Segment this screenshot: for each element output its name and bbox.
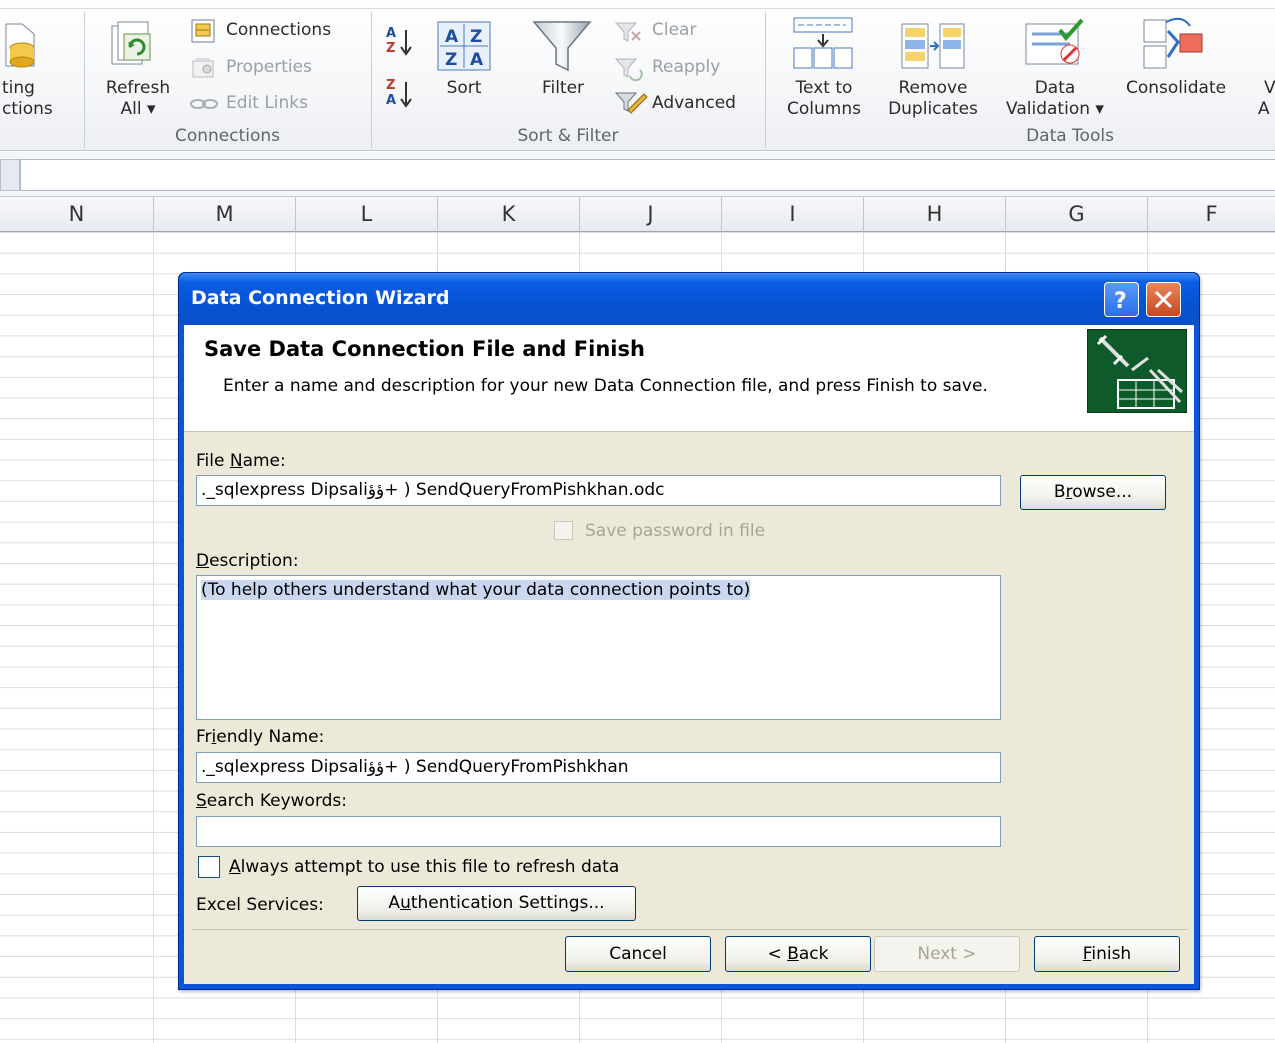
existing-connections-line1[interactable]: ting — [2, 78, 35, 99]
help-button[interactable]: ? — [1104, 282, 1139, 317]
search-keywords-label: Search Keywords: — [196, 791, 348, 811]
data-tools-group-label: Data Tools — [1026, 126, 1114, 146]
connections-group-label: Connections — [174, 126, 281, 146]
advanced-filter-icon[interactable] — [614, 90, 648, 114]
data-connection-wizard-icon — [1087, 329, 1187, 413]
footer-separator — [192, 929, 1188, 930]
svg-text:Z: Z — [470, 27, 482, 47]
authentication-settings-button[interactable]: Authentication Settings... — [357, 886, 636, 921]
cancel-button[interactable]: Cancel — [565, 936, 711, 972]
consolidate-icon[interactable] — [1142, 16, 1204, 72]
always-attempt-checkbox[interactable] — [198, 856, 220, 878]
search-keywords-input[interactable] — [196, 816, 1001, 847]
svg-text:?: ? — [1114, 289, 1127, 314]
column-header-h[interactable]: H — [864, 197, 1006, 232]
dialog-title: Data Connection Wizard — [191, 287, 450, 309]
data-validation-icon[interactable] — [1024, 18, 1088, 72]
reapply-icon — [614, 58, 643, 82]
sort-ascending-icon[interactable]: A Z — [384, 24, 416, 58]
step-description: Enter a name and description for your ne… — [223, 376, 988, 396]
column-header-n[interactable]: N — [0, 197, 154, 232]
next-button: Next > — [874, 936, 1020, 972]
text-to-columns-icon[interactable] — [792, 16, 854, 72]
refresh-all-icon[interactable] — [108, 20, 158, 70]
filter-funnel-icon[interactable] — [530, 18, 594, 74]
column-header-i[interactable]: I — [722, 197, 864, 232]
column-header-l[interactable]: L — [296, 197, 438, 232]
advanced-button[interactable]: Advanced — [652, 93, 736, 114]
sort-descending-icon[interactable]: Z A — [384, 76, 416, 110]
properties-icon — [192, 58, 214, 78]
clear-filter-icon — [614, 22, 641, 42]
step-heading: Save Data Connection File and Finish — [204, 337, 645, 361]
edit-links-icon — [190, 99, 218, 109]
text-to-columns-line1[interactable]: Text to — [778, 78, 870, 99]
group-separator — [765, 12, 766, 148]
ribbon-top-line — [0, 8, 1275, 9]
refresh-all-line1[interactable]: Refresh — [98, 78, 178, 99]
close-icon — [1154, 290, 1173, 309]
column-header-j[interactable]: J — [580, 197, 722, 232]
formula-input[interactable] — [20, 159, 1275, 191]
finish-button[interactable]: Finish — [1034, 936, 1180, 972]
remove-duplicates-line1[interactable]: Remove — [878, 78, 988, 99]
what-if-line2[interactable]: A — [1258, 99, 1270, 120]
refresh-all-line2[interactable]: All ▾ — [98, 99, 178, 120]
close-button[interactable] — [1146, 282, 1181, 317]
description-label: Description: — [196, 551, 299, 571]
data-validation-line1[interactable]: Data — [1000, 78, 1110, 99]
friendly-name-input[interactable]: ._sqlexpress Dipsaliؤؤ+ ) SendQueryFromP… — [196, 752, 1001, 783]
back-button[interactable]: < Back — [725, 936, 871, 972]
description-textarea[interactable]: (To help others understand what your dat… — [196, 575, 1001, 720]
excel-services-label: Excel Services: — [196, 895, 324, 915]
column-header-f[interactable]: F — [1148, 197, 1275, 232]
file-name-input[interactable]: ._sqlexpress Dipsaliؤؤ+ ) SendQueryFromP… — [196, 475, 1001, 506]
reapply-button: Reapply — [652, 57, 721, 77]
sort-icon[interactable]: A Z Z A — [436, 20, 492, 72]
grid-column-line — [153, 232, 154, 1043]
dialog-header: Save Data Connection File and Finish Ent… — [184, 325, 1194, 432]
file-name-label: File Name: — [196, 451, 286, 471]
save-password-label: Save password in file — [585, 521, 766, 541]
connections-button[interactable]: Connections — [226, 20, 331, 41]
ribbon: ting ctions Refresh All ▾ Connections Pr… — [0, 0, 1275, 151]
remove-duplicates-icon[interactable] — [900, 22, 966, 72]
filter-button[interactable]: Filter — [528, 78, 598, 99]
column-header-k[interactable]: K — [438, 197, 580, 232]
svg-text:Z: Z — [386, 78, 395, 93]
consolidate-button[interactable]: Consolidate — [1126, 78, 1226, 99]
help-icon: ? — [1114, 289, 1127, 314]
column-header-m[interactable]: M — [154, 197, 296, 232]
sort-filter-group-label: Sort & Filter — [517, 126, 619, 146]
svg-text:A: A — [386, 26, 396, 41]
edit-links-button: Edit Links — [226, 93, 308, 113]
text-to-columns-line2[interactable]: Columns — [778, 99, 870, 120]
svg-text:Z: Z — [445, 50, 457, 70]
always-attempt-label[interactable]: Always attempt to use this file to refre… — [229, 857, 619, 877]
database-icon[interactable] — [4, 22, 38, 68]
svg-text:A: A — [445, 27, 459, 47]
column-header-g[interactable]: G — [1006, 197, 1148, 232]
data-validation-line2[interactable]: Validation ▾ — [1000, 99, 1110, 120]
what-if-line1[interactable]: V — [1264, 78, 1275, 99]
browse-button[interactable]: Browse... — [1020, 475, 1166, 510]
dialog-titlebar[interactable]: Data Connection Wizard ? — [179, 273, 1199, 325]
dialog-body: Save Data Connection File and Finish Ent… — [184, 325, 1194, 984]
svg-text:Z: Z — [386, 41, 395, 56]
svg-text:A: A — [386, 93, 396, 108]
friendly-name-label: Friendly Name: — [196, 727, 325, 747]
save-password-checkbox — [554, 521, 573, 540]
name-box-edge[interactable] — [0, 159, 20, 191]
sort-button[interactable]: Sort — [430, 78, 498, 99]
existing-connections-line2[interactable]: ctions — [2, 99, 53, 120]
clear-button: Clear — [652, 20, 697, 40]
data-connection-wizard-dialog: Data Connection Wizard ? Save Data Conne… — [178, 272, 1200, 990]
description-text: (To help others understand what your dat… — [201, 580, 751, 600]
properties-button: Properties — [226, 57, 312, 77]
remove-duplicates-line2[interactable]: Duplicates — [878, 99, 988, 120]
svg-text:A: A — [470, 50, 484, 70]
connections-icon[interactable] — [190, 18, 216, 44]
